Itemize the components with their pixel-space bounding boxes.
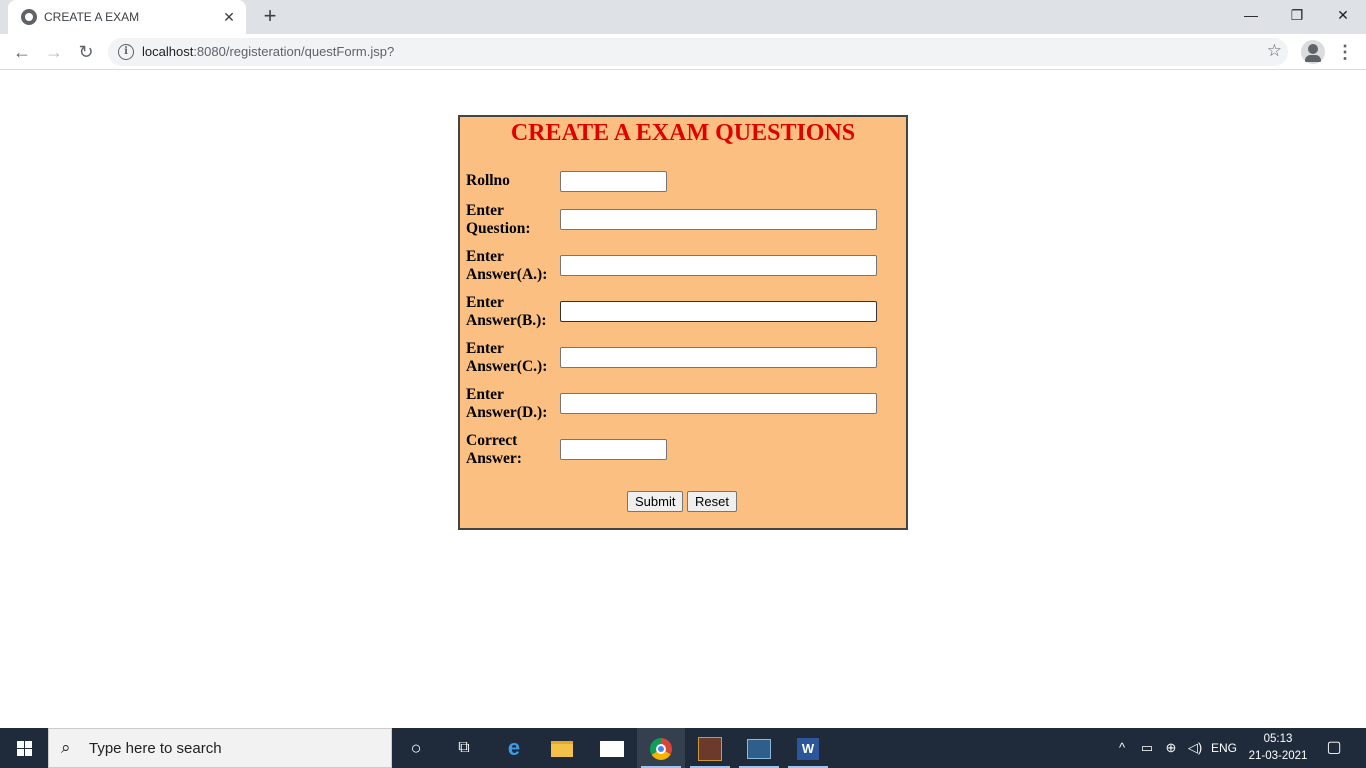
tab-strip: CREATE A EXAM ✕ + — ❐ ✕	[0, 0, 1366, 34]
answer-b-input[interactable]	[560, 301, 877, 322]
search-icon: ⌕	[61, 738, 71, 757]
url-text[interactable]: localhost:8080/registeration/questForm.j…	[142, 44, 394, 59]
cortana-icon[interactable]: ○	[392, 728, 440, 768]
network-globe-icon[interactable]: ⊕	[1160, 728, 1182, 768]
notification-icon[interactable]: ▢	[1320, 728, 1348, 768]
word-icon[interactable]: W	[784, 728, 832, 768]
taskbar-search-box[interactable]: ⌕ Type here to search	[48, 728, 392, 768]
file-explorer-icon[interactable]	[538, 728, 586, 768]
tab-title: CREATE A EXAM	[44, 10, 140, 24]
correct-answer-label: Correct Answer:	[466, 432, 522, 468]
task-view-icon[interactable]: ⧉	[440, 728, 488, 768]
windows-start-icon[interactable]	[0, 728, 48, 768]
info-icon[interactable]: i	[118, 44, 134, 60]
clock-date: 21-03-2021	[1248, 750, 1308, 762]
answer-a-label-line2: Answer(A.):	[466, 266, 548, 283]
globe-icon	[21, 9, 37, 25]
question-label: Enter Question:	[466, 202, 531, 238]
answer-d-label-line1: Enter	[466, 386, 504, 403]
answer-b-label-line1: Enter	[466, 294, 504, 311]
minimize-button[interactable]: —	[1236, 4, 1266, 26]
browser-toolbar: ← → ↻ i localhost:8080/registeration/que…	[0, 34, 1366, 70]
forward-arrow-icon[interactable]: →	[42, 40, 66, 64]
back-arrow-icon[interactable]: ←	[10, 40, 34, 64]
restore-button[interactable]: ❐	[1282, 4, 1312, 26]
profile-avatar-icon[interactable]	[1301, 40, 1325, 64]
battery-icon[interactable]: ▭	[1136, 728, 1158, 768]
answer-d-label-line2: Answer(D.):	[466, 404, 548, 421]
answer-a-label: Enter Answer(A.):	[466, 248, 547, 284]
windows-taskbar: ⌕ Type here to search ○ ⧉ e W ^ ▭ ⊕ ◁) E…	[0, 728, 1366, 768]
correct-answer-label-line1: Correct	[466, 432, 518, 449]
answer-c-input[interactable]	[560, 347, 877, 368]
more-menu-icon[interactable]: ⋮	[1336, 40, 1354, 64]
mysql-workbench-icon[interactable]	[735, 728, 783, 768]
volume-icon[interactable]: ◁)	[1184, 728, 1206, 768]
address-bar[interactable]: i localhost:8080/registeration/questForm…	[108, 38, 1288, 66]
system-clock[interactable]: 05:13 21-03-2021	[1246, 731, 1310, 765]
reset-button[interactable]: Reset	[687, 491, 737, 512]
rollno-label-text: Rollno	[466, 172, 510, 189]
answer-c-label: Enter Answer(C.):	[466, 340, 547, 376]
answer-b-label-line2: Answer(B.):	[466, 312, 547, 329]
window-close-button[interactable]: ✕	[1328, 4, 1358, 26]
rollno-label: Rollno	[466, 172, 510, 190]
url-path: :8080/registeration/questForm.jsp?	[193, 44, 395, 59]
correct-answer-label-line2: Answer:	[466, 450, 522, 467]
answer-d-input[interactable]	[560, 393, 877, 414]
answer-c-label-line1: Enter	[466, 340, 504, 357]
mail-icon[interactable]	[588, 728, 636, 768]
answer-d-label: Enter Answer(D.):	[466, 386, 547, 422]
browser-tab[interactable]: CREATE A EXAM ✕	[8, 0, 246, 34]
question-label-line1: Enter	[466, 202, 504, 219]
search-placeholder: Type here to search	[89, 740, 222, 757]
tab-close-icon[interactable]: ✕	[220, 8, 238, 26]
answer-a-input[interactable]	[560, 255, 877, 276]
bookmark-star-icon[interactable]: ☆	[1267, 41, 1282, 61]
answer-b-label: Enter Answer(B.):	[466, 294, 547, 330]
answer-a-label-line1: Enter	[466, 248, 504, 265]
correct-answer-input[interactable]	[560, 439, 667, 460]
clock-time: 05:13	[1263, 733, 1293, 745]
chevron-up-icon[interactable]: ^	[1112, 728, 1132, 768]
language-indicator[interactable]: ENG	[1208, 728, 1240, 768]
submit-button[interactable]: Submit	[627, 491, 684, 512]
form-title: CREATE A EXAM QUESTIONS	[510, 120, 856, 146]
exam-question-form: CREATE A EXAM QUESTIONS Rollno Enter Que…	[458, 115, 908, 530]
chrome-icon[interactable]	[637, 728, 685, 768]
answer-c-label-line2: Answer(C.):	[466, 358, 548, 375]
edge-browser-icon[interactable]: e	[490, 728, 538, 768]
url-host: localhost	[142, 44, 194, 59]
rollno-input[interactable]	[560, 171, 667, 192]
question-input[interactable]	[560, 209, 877, 230]
reload-icon[interactable]: ↻	[74, 40, 98, 64]
new-tab-button[interactable]: +	[258, 5, 282, 29]
app-icon[interactable]	[686, 728, 734, 768]
question-label-line2: Question:	[466, 220, 531, 237]
